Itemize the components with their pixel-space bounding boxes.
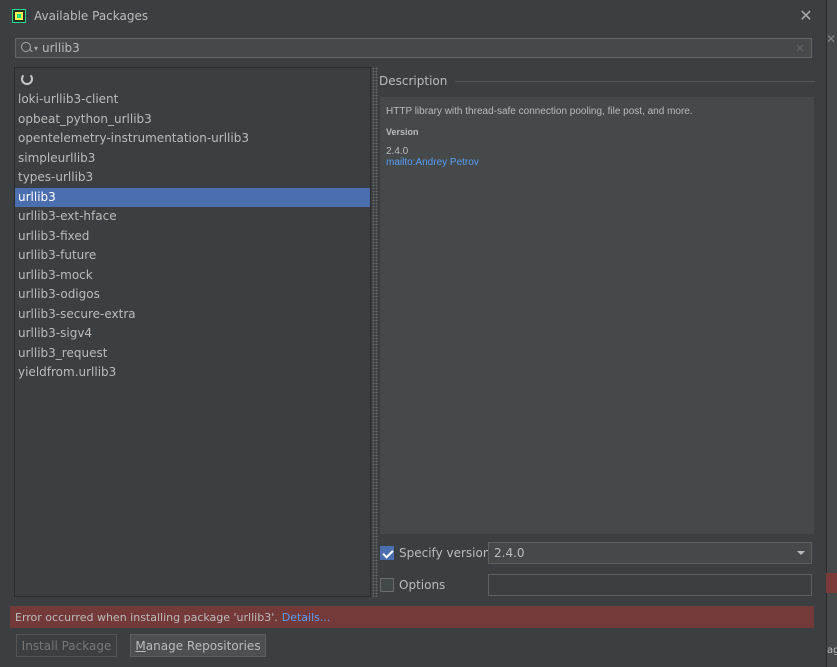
manage-repositories-button[interactable]: Manage Repositories [130, 634, 266, 657]
package-item[interactable]: yieldfrom.urllib3 [15, 363, 370, 383]
description-header: Description [379, 72, 815, 90]
search-field[interactable]: ▾ ✕ [15, 38, 812, 58]
search-input[interactable] [42, 41, 793, 55]
package-item[interactable]: urllib3-mock [15, 266, 370, 286]
package-item[interactable]: opbeat_python_urllib3 [15, 110, 370, 130]
close-icon[interactable]: ✕ [798, 6, 814, 26]
options-input[interactable] [488, 574, 812, 596]
manage-repositories-label: anage Repositories [145, 638, 261, 653]
refresh-icon[interactable] [21, 73, 33, 85]
background-close-icon: ✕ [826, 32, 837, 46]
search-icon[interactable] [21, 42, 33, 54]
package-description: HTTP library with thread-safe connection… [386, 106, 693, 117]
error-message: Error occurred when installing package '… [15, 610, 278, 624]
description-title: Description [379, 74, 448, 88]
title-bar: Available Packages ✕ [0, 0, 826, 32]
package-item[interactable]: simpleurllib3 [15, 149, 370, 169]
clear-search-icon[interactable]: ✕ [793, 42, 807, 55]
search-history-icon[interactable]: ▾ [34, 44, 38, 53]
package-item[interactable]: urllib3 [15, 187, 370, 207]
options-label[interactable]: Options [399, 578, 445, 592]
package-item[interactable]: urllib3-ext-hface [15, 207, 370, 227]
author-link[interactable]: mailto:Andrey Petrov [386, 157, 808, 168]
refresh-toolbar [15, 68, 370, 90]
package-item[interactable]: urllib3-future [15, 246, 370, 266]
install-package-button[interactable]: Install Package [16, 634, 117, 657]
description-divider [455, 80, 815, 82]
package-item[interactable]: urllib3-secure-extra [15, 305, 370, 325]
specify-version-label[interactable]: Specify version [399, 546, 490, 560]
description-box: HTTP library with thread-safe connection… [380, 97, 814, 534]
options-row: Options [380, 574, 445, 596]
package-item[interactable]: urllib3_request [15, 344, 370, 364]
package-item[interactable]: urllib3-sigv4 [15, 324, 370, 344]
version-heading: Version [386, 127, 419, 137]
package-item[interactable]: loki-urllib3-client [15, 90, 370, 110]
package-list: loki-urllib3-client opbeat_python_urllib3… [15, 90, 370, 383]
background-window-edge [826, 0, 837, 667]
pycharm-icon [12, 9, 26, 23]
specify-version-checkbox[interactable] [380, 546, 394, 560]
specify-version-row: Specify version [380, 542, 490, 564]
version-select[interactable]: 2.4.0 [488, 542, 812, 564]
panel-splitter[interactable] [372, 67, 378, 597]
manage-repositories-mnemonic: M [135, 638, 146, 653]
package-item[interactable]: types-urllib3 [15, 168, 370, 188]
version-value: 2.4.0 [386, 146, 409, 157]
package-item[interactable]: urllib3-fixed [15, 227, 370, 247]
error-notification: Error occurred when installing package '… [10, 606, 814, 628]
error-details-link[interactable]: Details... [282, 611, 331, 624]
options-checkbox[interactable] [380, 578, 394, 592]
chevron-down-icon [797, 551, 805, 555]
background-partial-text: ag [827, 645, 837, 656]
version-select-value: 2.4.0 [494, 546, 525, 560]
package-item[interactable]: opentelemetry-instrumentation-urllib3 [15, 129, 370, 149]
background-error-strip [826, 573, 837, 593]
package-item[interactable]: urllib3-odigos [15, 285, 370, 305]
window-title: Available Packages [34, 9, 149, 23]
package-list-panel: loki-urllib3-client opbeat_python_urllib3… [14, 67, 371, 597]
